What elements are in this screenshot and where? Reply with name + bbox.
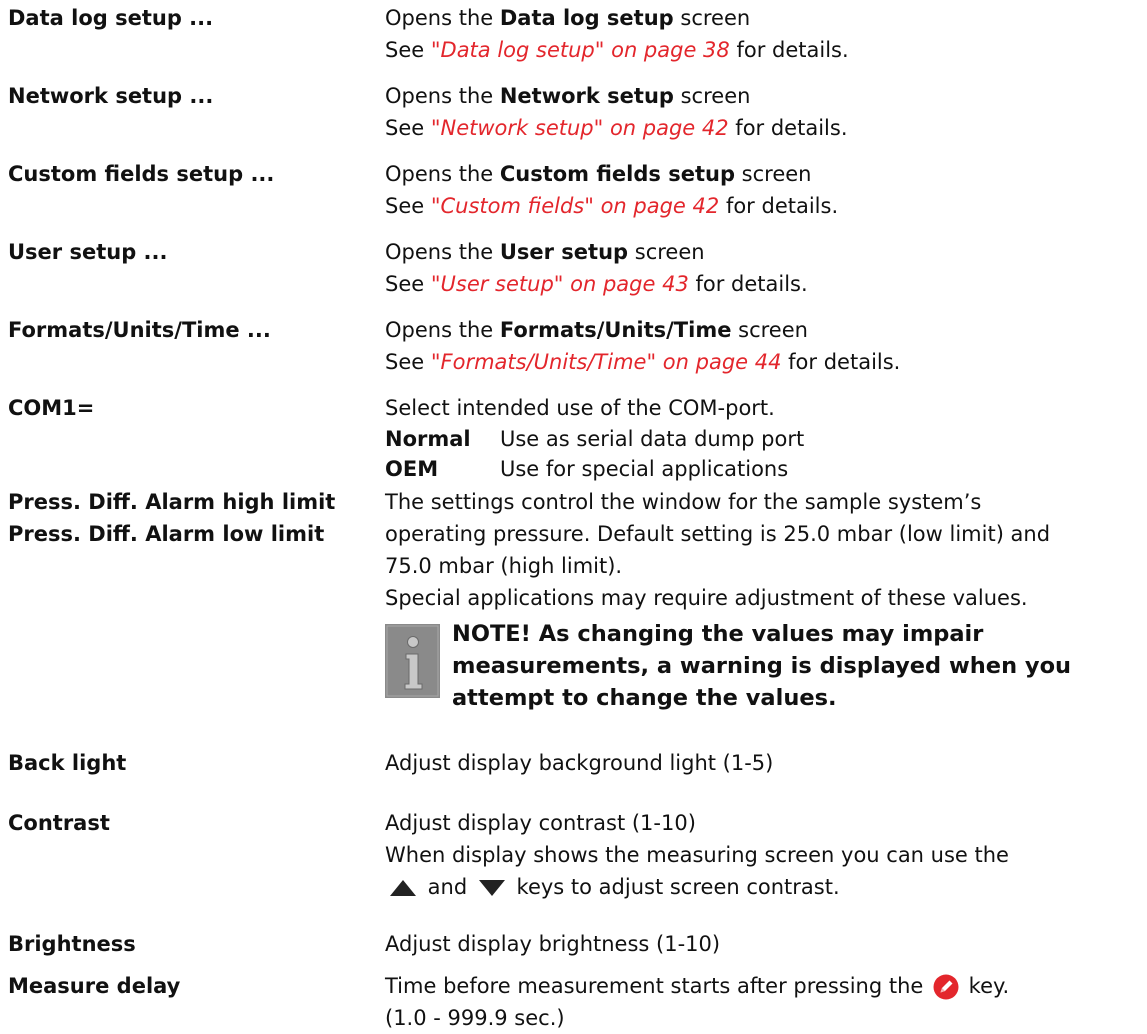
term: Custom fields setup ... [8,162,275,186]
description: Adjust display background light (1-5) [385,751,774,775]
page-reference-link[interactable]: "Formats/Units/Time" on page 44 [431,350,782,374]
page-reference-link[interactable]: "User setup" on page 43 [431,272,689,296]
description: Opens the Formats/Units/Time screen See … [385,318,901,374]
info-icon [385,624,440,698]
description: Adjust display brightness (1-10) [385,932,721,956]
option-normal: Normal Use as serial data dump port [385,427,805,451]
page-reference-link[interactable]: "Network setup" on page 42 [431,116,729,140]
term: Measure delay [8,974,181,998]
term: Back light [8,751,127,775]
page-reference-link[interactable]: "Custom fields" on page 42 [431,194,719,218]
term: Data log setup ... [8,6,214,30]
measure-key-icon [933,974,959,1000]
term: Formats/Units/Time ... [8,318,271,342]
description: Select intended use of the COM-port. Nor… [385,392,1140,484]
description: Opens the Network setup screen See "Netw… [385,84,848,140]
term: Brightness [8,932,136,956]
option-list: Normal Use as serial data dump port OEM Us… [385,424,1140,484]
description: Opens the Custom fields setup screen See… [385,162,839,218]
note-text: NOTE! As changing the values may impair … [452,621,1072,711]
term: Network setup ... [8,84,214,108]
description: Opens the User setup screen See "User se… [385,240,808,296]
down-arrow-icon [478,880,505,896]
term: User setup ... [8,240,168,264]
term: Press. Diff. Alarm high limit Press. Dif… [8,490,336,546]
description: The settings control the window for the … [385,486,1140,714]
note-box: NOTE! As changing the values may impair … [385,618,1140,714]
option-oem: OEM Use for special applications [385,457,789,481]
description: Opens the Data log setup screen See "Dat… [385,6,849,62]
description: Adjust display contrast (1-10) When disp… [385,811,1009,899]
up-arrow-icon [390,880,416,896]
term: Contrast [8,811,110,835]
term: COM1= [8,396,95,420]
description: Time before measurement starts after pre… [385,974,1010,1030]
page-reference-link[interactable]: "Data log setup" on page 38 [431,38,730,62]
